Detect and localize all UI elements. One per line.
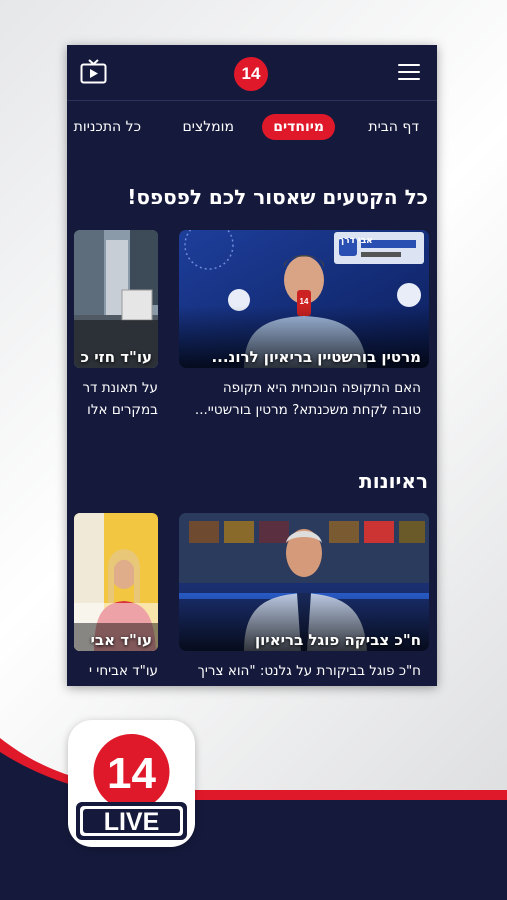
app-icon-label: LIVE — [104, 808, 160, 836]
thumbnail-overlay-text: אבי דרך — [339, 236, 373, 246]
video-title: מרטין בורשטיין בריאיון לרונ... — [211, 348, 421, 366]
description-line: האם התקופה הנוכחית היא תקופה — [222, 380, 421, 396]
category-tabs: דף הבית מיוחדים מומלצים כל התכניות — [67, 101, 437, 153]
video-description: ח"כ פוגל בביקורת על גלנט: "הוא צריך — [179, 660, 429, 686]
description-line: ח"כ פוגל בביקורת על גלנט: "הוא צריך — [197, 663, 421, 679]
video-description: עו"ד אביחי י — [74, 660, 158, 682]
description-line: טובה לקחת משכנתא? מרטין בורשטיי... — [194, 402, 421, 418]
tab-all-programs[interactable]: כל התכניות — [74, 114, 141, 140]
video-card[interactable]: 14 אבי דרך מרטין בורשטיין בריאיון לרונ..… — [179, 230, 429, 421]
video-title: ח"כ צביקה פוגל בריאיון — [254, 631, 421, 649]
phone-screen: 14 דף הבית מיוחדים מומלצים כל התכניות כל… — [67, 45, 437, 686]
app-icon-number: 14 — [107, 749, 156, 798]
tab-recommended[interactable]: מומלצים — [182, 114, 234, 140]
section-title-must-see: כל הקטעים שאסור לכם לפספס! — [127, 185, 428, 209]
channel14-logo[interactable]: 14 — [234, 57, 268, 91]
top-bar: 14 — [67, 45, 437, 101]
description-line: על תאונת דר — [82, 380, 158, 396]
description-line: במקרים אלו — [87, 402, 158, 418]
video-title: עו"ד אבי — [90, 631, 152, 649]
video-card[interactable]: עו"ד אבי עו"ד אביחי י — [74, 513, 158, 682]
video-card[interactable]: עו"ד חזי כ על תאונת דר במקרים אלו — [74, 230, 158, 421]
tv-icon[interactable] — [80, 59, 107, 85]
section-title-interviews: ראיונות — [359, 469, 428, 493]
hamburger-menu-icon[interactable] — [398, 64, 420, 80]
video-card[interactable]: ח"כ צביקה פוגל בריאיון ח"כ פוגל בביקורת … — [179, 513, 429, 686]
video-description: על תאונת דר במקרים אלו — [74, 377, 158, 421]
app-icon: 14 LIVE — [68, 720, 195, 847]
video-title: עו"ד חזי כ — [80, 348, 152, 366]
description-line: עו"ד אביחי י — [89, 663, 158, 679]
video-description: האם התקופה הנוכחית היא תקופה טובה לקחת מ… — [179, 377, 429, 421]
tab-specials[interactable]: מיוחדים — [262, 114, 335, 140]
tab-home[interactable]: דף הבית — [368, 114, 419, 140]
